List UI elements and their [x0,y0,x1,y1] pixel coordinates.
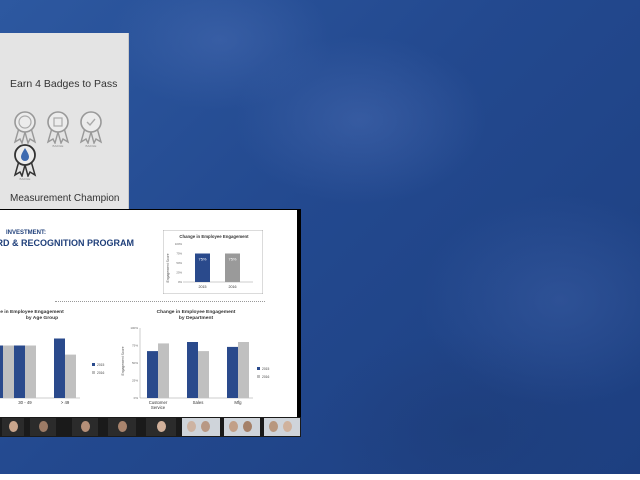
chart2-legend-swatch [92,371,95,374]
ribbon-badge-icon: BADGE [77,110,105,154]
chart1-ytick: 50% [176,261,182,265]
chart3-ytick: 25% [132,379,138,383]
chart3-legend-swatch [257,367,260,370]
chart3-ytick: 75% [132,344,138,348]
chart-engagement-by-department: Change in Employee Engagement by Departm… [121,309,270,410]
participant-video-tile[interactable] [182,418,220,436]
chart3-legend-label: 2016 [262,375,270,379]
chart3-category-label: Mfg [234,400,242,405]
chart3-title: Change in Employee Engagement [157,309,236,315]
chart2-legend-swatch [92,363,95,366]
chart3-legend-swatch [257,375,260,378]
chart3-ylabel: Engagement Score [121,346,125,375]
chart1-ytick: 25% [176,271,182,275]
slide-title-line2: WARD & RECOGNITION PROGRAM [0,238,134,248]
chart1-ytick: 100% [175,242,183,246]
bottom-edge [0,474,640,480]
chart2-category-label: 30 - 49 [18,400,32,405]
water-drop-badge-icon: BADGE [11,143,39,187]
participant-video-tile[interactable] [264,418,300,436]
chart2-legend-label: 2016 [97,371,105,375]
chart2-bar [3,345,14,398]
chart1-ytick: 75% [176,252,182,256]
chart1-data-label: 75% [198,257,206,262]
chart3-bar [238,342,249,398]
participant-face [9,421,18,432]
participant-face [269,421,278,432]
chart3-ytick: 50% [132,361,138,365]
chart3-subtitle: by Department [179,315,214,321]
participant-face [39,421,48,432]
chart3-bar [158,343,169,398]
slide-title-line1: INVESTMENT: [6,230,47,236]
chart2-bar [65,354,76,398]
participant-face [229,421,238,432]
chart1-title: Change in Employee Engagement [179,234,249,239]
chart2-title: e in Employee Engagement [0,309,64,315]
chart-engagement-by-age: e in Employee Engagement by Age Group 30… [0,309,105,405]
chart3-legend-label: 2015 [262,367,270,371]
badge-caption: BADGE [52,144,64,148]
chart2-bar [54,338,65,398]
chart3-category-label: Service [151,405,166,410]
chart2-legend-label: 2015 [97,363,105,367]
participant-face [157,421,166,432]
chart2-category-label: > 49 [61,400,70,405]
ribbon-badge-icon: BADGE [44,110,72,154]
chart1-category-label: 2016 [229,285,237,289]
chart1-ytick: 0% [178,280,183,284]
badge-caption: BADGE [19,177,31,181]
chart2-bar [25,345,36,398]
slide-divider [55,301,265,302]
chart2-bar [0,345,3,398]
chart2-bar [14,345,25,398]
participant-video-tile[interactable] [224,418,260,436]
chart3-bar [227,346,238,398]
chart1-ylabel: Engagement Score [166,253,170,282]
presentation-slide-window: INVESTMENT: WARD & RECOGNITION PROGRAM C… [0,209,301,437]
chart3-ytick: 100% [130,326,138,330]
participant-face [243,421,252,432]
chart3-bar [147,351,158,398]
badge-card-title: Earn 4 Badges to Pass [10,78,118,90]
chart2-subtitle: by Age Group [26,315,58,321]
badge-caption: BADGE [85,144,97,148]
slide-canvas: INVESTMENT: WARD & RECOGNITION PROGRAM C… [0,210,297,417]
chart1-data-label: 75% [228,257,236,262]
participant-face [118,421,127,432]
participant-face [201,421,210,432]
participant-video-tile[interactable] [146,418,176,436]
participant-video-tile[interactable] [2,418,24,436]
participant-video-tile[interactable] [30,418,56,436]
chart3-category-label: Sales [193,400,204,405]
participant-face [283,421,292,432]
participant-face [81,421,90,432]
chart-engagement-overall: Change in Employee Engagement Engagement… [163,230,263,294]
chart3-ytick: 0% [134,396,139,400]
participant-video-tile[interactable] [72,418,98,436]
chart3-bar [187,342,198,398]
badge-card-footer: Measurement Champion [10,193,120,204]
participant-video-tile[interactable] [108,418,136,436]
participant-face [187,421,196,432]
badge-card: Earn 4 Badges to Pass BADGE BADGE BADGE [0,33,129,209]
chart1-category-label: 2015 [199,285,207,289]
chart3-bar [198,351,209,398]
